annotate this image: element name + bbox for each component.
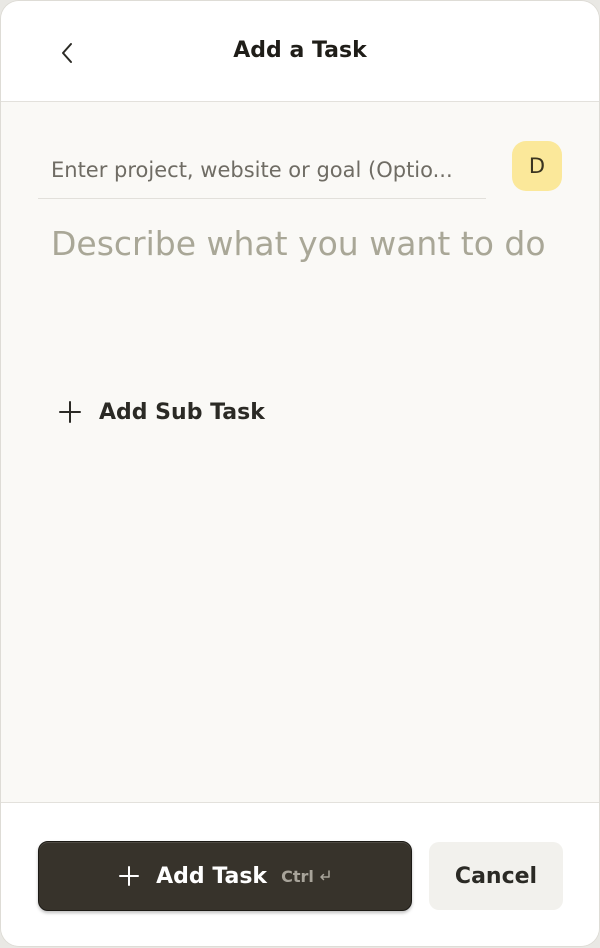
project-input[interactable] bbox=[38, 141, 486, 199]
dialog-footer: Add Task Ctrl Cancel bbox=[1, 802, 599, 946]
plus-icon bbox=[59, 401, 81, 423]
plus-icon bbox=[119, 866, 140, 886]
shortcut-hint: Ctrl bbox=[281, 866, 314, 886]
add-task-button[interactable]: Add Task Ctrl bbox=[38, 841, 412, 911]
dialog-body: D Add Sub Task bbox=[1, 102, 599, 802]
chevron-left-icon bbox=[62, 43, 72, 63]
task-description-input[interactable] bbox=[51, 222, 551, 332]
add-task-label: Add Task bbox=[156, 863, 268, 889]
cancel-button[interactable]: Cancel bbox=[429, 842, 563, 910]
add-task-dialog: Add a Task D Add Sub Task Add Task Ctrl … bbox=[1, 1, 599, 946]
avatar[interactable]: D bbox=[512, 141, 562, 191]
back-button[interactable] bbox=[47, 33, 87, 73]
add-subtask-button[interactable]: Add Sub Task bbox=[57, 392, 265, 432]
dialog-header: Add a Task bbox=[1, 1, 599, 102]
enter-icon bbox=[320, 870, 330, 881]
add-subtask-label: Add Sub Task bbox=[99, 399, 265, 425]
page-title: Add a Task bbox=[233, 38, 367, 63]
